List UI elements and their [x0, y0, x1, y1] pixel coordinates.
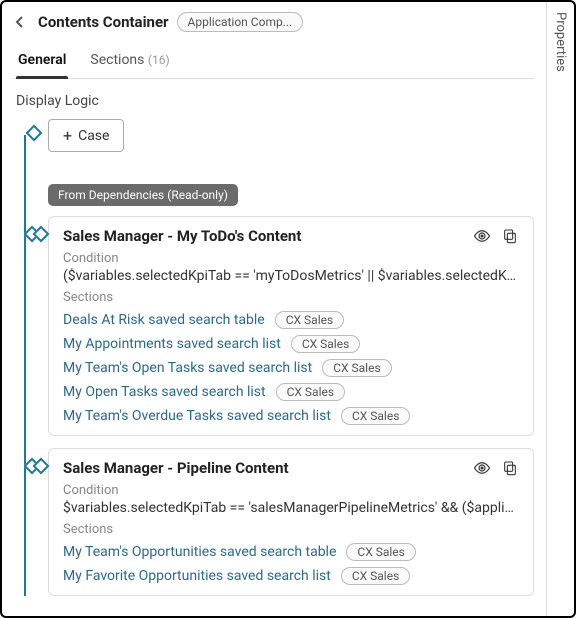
condition-expression: $variables.selectedKpiTab == 'salesManag…: [63, 500, 519, 516]
diamond-icon: [26, 125, 43, 142]
condition-expression: ($variables.selectedKpiTab == 'myToDosMe…: [63, 268, 519, 284]
copy-icon[interactable]: [501, 459, 519, 477]
section-source-pill: CX Sales: [322, 359, 391, 377]
readonly-badge: From Dependencies (Read-only): [48, 184, 238, 206]
section-link[interactable]: My Open Tasks saved search list: [63, 384, 266, 400]
condition-label: Condition: [63, 483, 519, 498]
section-source-pill: CX Sales: [341, 567, 410, 585]
section-link[interactable]: My Team's Overdue Tasks saved search lis…: [63, 408, 331, 424]
eye-icon[interactable]: [473, 227, 491, 245]
condition-label: Condition: [63, 251, 519, 266]
card-title: Sales Manager - My ToDo's Content: [63, 227, 301, 245]
tab-general[interactable]: General: [16, 46, 68, 78]
plus-icon: +: [63, 126, 72, 145]
section-row: My Team's Overdue Tasks saved search lis…: [63, 407, 519, 425]
logic-card[interactable]: Sales Manager - My ToDo's Content Condit…: [48, 216, 534, 436]
card-title: Sales Manager - Pipeline Content: [63, 459, 289, 477]
tab-sections-count: (16): [148, 53, 170, 67]
tabs: General Sections (16): [14, 46, 534, 79]
diamond-pair-icon: [26, 454, 47, 466]
logic-card[interactable]: Sales Manager - Pipeline Content Conditi…: [48, 448, 534, 596]
section-source-pill: CX Sales: [276, 383, 345, 401]
add-case-label: Case: [78, 128, 109, 144]
sections-label: Sections: [63, 290, 519, 305]
section-source-pill: CX Sales: [346, 543, 415, 561]
context-pill-label: Application Comp...: [188, 15, 293, 29]
tab-sections-label: Sections: [90, 52, 144, 68]
diamond-pair-icon: [26, 222, 47, 234]
sections-label: Sections: [63, 522, 519, 537]
section-row: My Favorite Opportunities saved search l…: [63, 567, 519, 585]
context-pill[interactable]: Application Comp...: [177, 12, 304, 32]
section-row: Deals At Risk saved search table CX Sales: [63, 311, 519, 329]
eye-icon[interactable]: [473, 459, 491, 477]
section-link[interactable]: My Team's Opportunities saved search tab…: [63, 544, 336, 560]
page-title: Contents Container: [38, 13, 169, 31]
tab-general-label: General: [18, 52, 66, 68]
copy-icon[interactable]: [501, 227, 519, 245]
back-chevron-icon[interactable]: [14, 14, 30, 30]
section-link[interactable]: My Team's Open Tasks saved search list: [63, 360, 312, 376]
section-source-pill: CX Sales: [291, 335, 360, 353]
section-row: My Team's Open Tasks saved search list CX…: [63, 359, 519, 377]
section-row: My Open Tasks saved search list CX Sales: [63, 383, 519, 401]
tab-sections[interactable]: Sections (16): [88, 46, 171, 78]
section-row: My Appointments saved search list CX Sale…: [63, 335, 519, 353]
section-source-pill: CX Sales: [341, 407, 410, 425]
section-row: My Team's Opportunities saved search tab…: [63, 543, 519, 561]
section-link[interactable]: Deals At Risk saved search table: [63, 312, 265, 328]
section-source-pill: CX Sales: [275, 311, 344, 329]
section-link[interactable]: My Favorite Opportunities saved search l…: [63, 568, 331, 584]
add-case-button[interactable]: + Case: [48, 119, 124, 152]
display-logic-heading: Display Logic: [16, 93, 534, 109]
section-link[interactable]: My Appointments saved search list: [63, 336, 281, 352]
properties-tab-label: Properties: [553, 2, 568, 72]
properties-side-tab[interactable]: Properties: [546, 2, 574, 616]
